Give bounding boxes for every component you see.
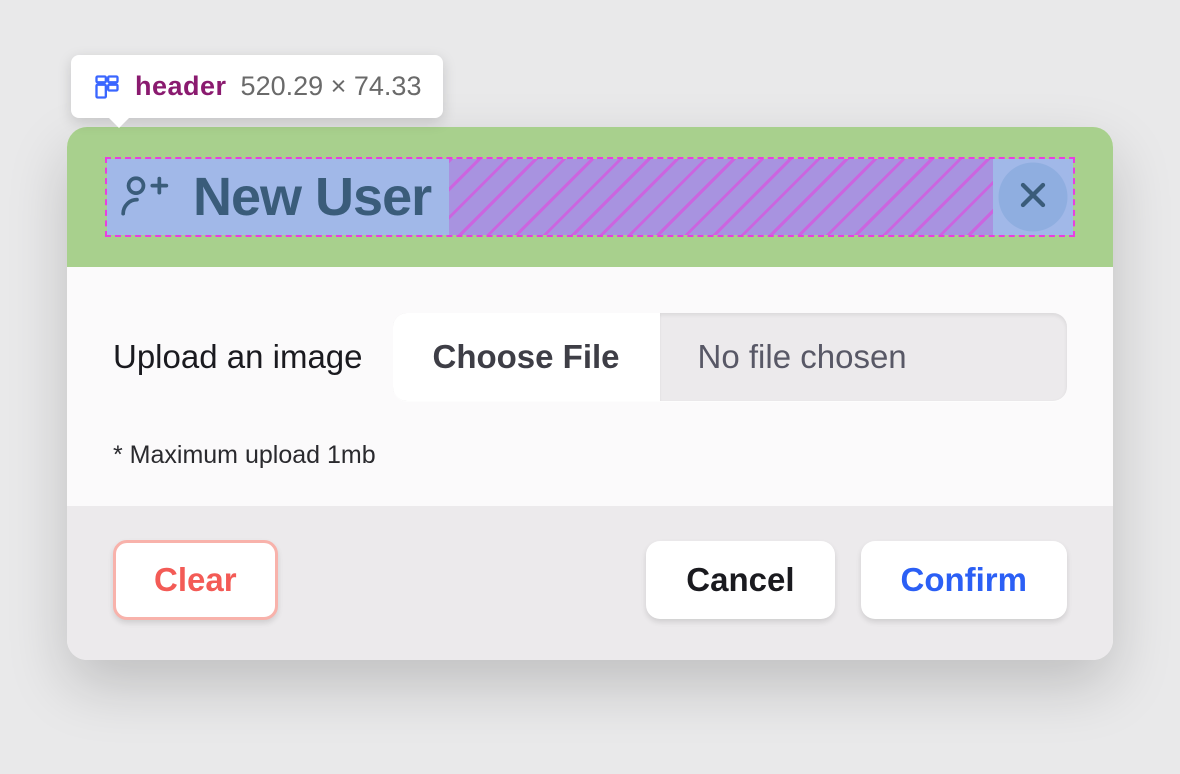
confirm-button[interactable]: Confirm [861,541,1068,619]
upload-hint: * Maximum upload 1mb [113,441,1067,470]
new-user-dialog: New User Upload an image Choose File No … [67,127,1113,660]
dialog-footer: Clear Cancel Confirm [67,506,1113,660]
header-flex-gap [449,159,993,235]
dialog-title: New User [193,166,431,228]
tooltip-dimensions: 520.29 × 74.33 [241,71,422,102]
cancel-button[interactable]: Cancel [646,541,834,619]
dialog-body: Upload an image Choose File No file chos… [67,267,1113,506]
file-picker: Choose File No file chosen [393,313,1068,401]
close-button[interactable] [993,159,1073,235]
devtools-tooltip: header 520.29 × 74.33 [71,55,443,118]
layout-grid-icon [93,73,121,101]
upload-row: Upload an image Choose File No file chos… [113,313,1067,401]
header-inspect-highlight: New User [105,157,1075,237]
file-status: No file chosen [660,313,1067,401]
upload-label: Upload an image [113,338,363,376]
tooltip-tag: header [135,71,227,102]
choose-file-button[interactable]: Choose File [393,313,660,401]
add-user-icon [115,167,171,228]
dialog-header: New User [67,127,1113,267]
header-title-group: New User [107,159,449,235]
close-icon [1013,175,1053,220]
clear-button[interactable]: Clear [113,540,278,620]
